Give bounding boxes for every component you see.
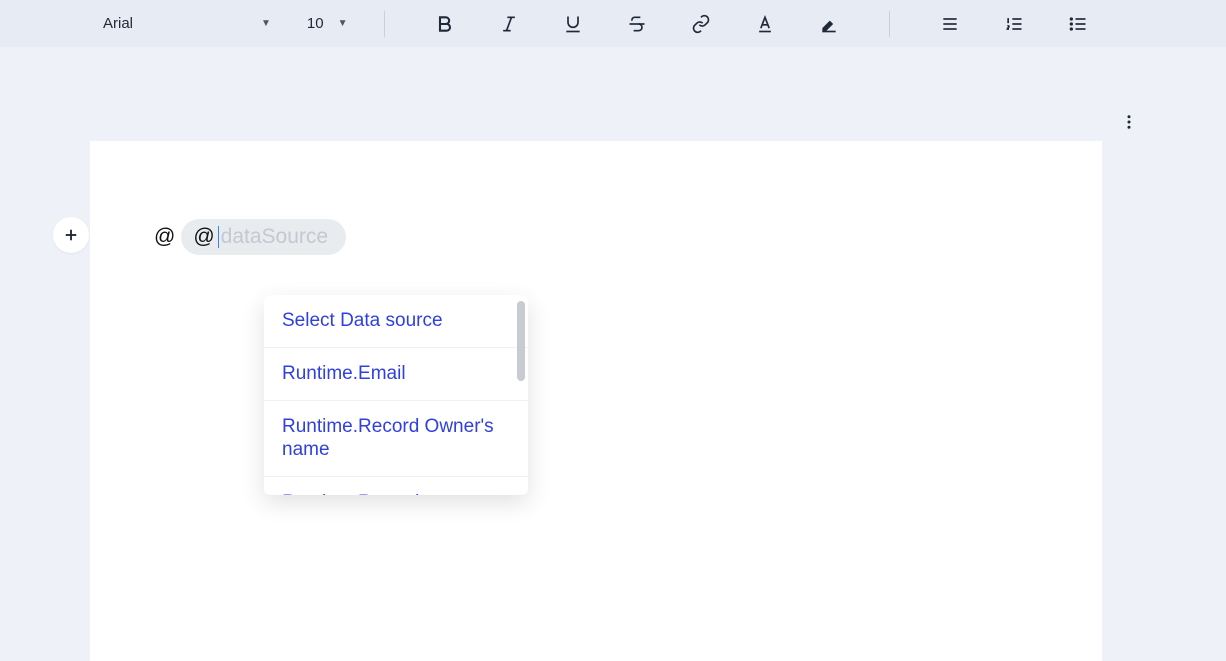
editor-line[interactable]: @ @ dataSource [154, 219, 1038, 255]
add-block-button[interactable] [53, 217, 89, 253]
bold-icon [435, 14, 455, 34]
chevron-down-icon: ▼ [338, 18, 348, 29]
text-color-icon [755, 14, 775, 34]
mention-dropdown: Select Data source Runtime.Email Runtime… [264, 295, 528, 495]
plus-icon [62, 226, 80, 244]
unordered-list-button[interactable] [1060, 6, 1096, 42]
dropdown-item[interactable]: Runtime.Record [264, 477, 528, 495]
chip-at: @ [193, 225, 214, 249]
bold-button[interactable] [427, 6, 463, 42]
strikethrough-icon [627, 14, 647, 34]
highlight-button[interactable] [811, 6, 847, 42]
kebab-icon [1120, 113, 1138, 131]
italic-icon [499, 14, 519, 34]
dropdown-item[interactable]: Select Data source [264, 295, 528, 348]
ordered-list-icon [1004, 14, 1024, 34]
ordered-list-button[interactable] [996, 6, 1032, 42]
format-toolbar: Arial ▼ 10 ▼ [0, 0, 1226, 47]
more-options-button[interactable] [1120, 113, 1138, 136]
unordered-list-icon [1068, 14, 1088, 34]
separator [384, 11, 385, 37]
italic-button[interactable] [491, 6, 527, 42]
font-size-label: 10 [307, 15, 324, 32]
scrollbar-thumb[interactable] [517, 301, 525, 381]
document-page[interactable]: @ @ dataSource [90, 141, 1102, 661]
align-icon [940, 14, 960, 34]
chip-placeholder: dataSource [221, 225, 328, 249]
text-color-button[interactable] [747, 6, 783, 42]
dropdown-item[interactable]: Runtime.Email [264, 348, 528, 401]
font-family-select[interactable]: Arial ▼ [95, 11, 279, 36]
font-family-label: Arial [103, 15, 133, 32]
link-icon [691, 14, 711, 34]
text-cursor [218, 226, 219, 248]
underline-icon [563, 14, 583, 34]
underline-button[interactable] [555, 6, 591, 42]
highlight-icon [819, 14, 839, 34]
mention-prefix: @ [154, 225, 175, 249]
font-size-select[interactable]: 10 ▼ [299, 11, 356, 36]
chevron-down-icon: ▼ [261, 18, 271, 29]
strikethrough-button[interactable] [619, 6, 655, 42]
mention-chip[interactable]: @ dataSource [181, 219, 346, 255]
link-button[interactable] [683, 6, 719, 42]
dropdown-item[interactable]: Runtime.Record Owner's name [264, 401, 528, 478]
align-button[interactable] [932, 6, 968, 42]
separator [889, 11, 890, 37]
